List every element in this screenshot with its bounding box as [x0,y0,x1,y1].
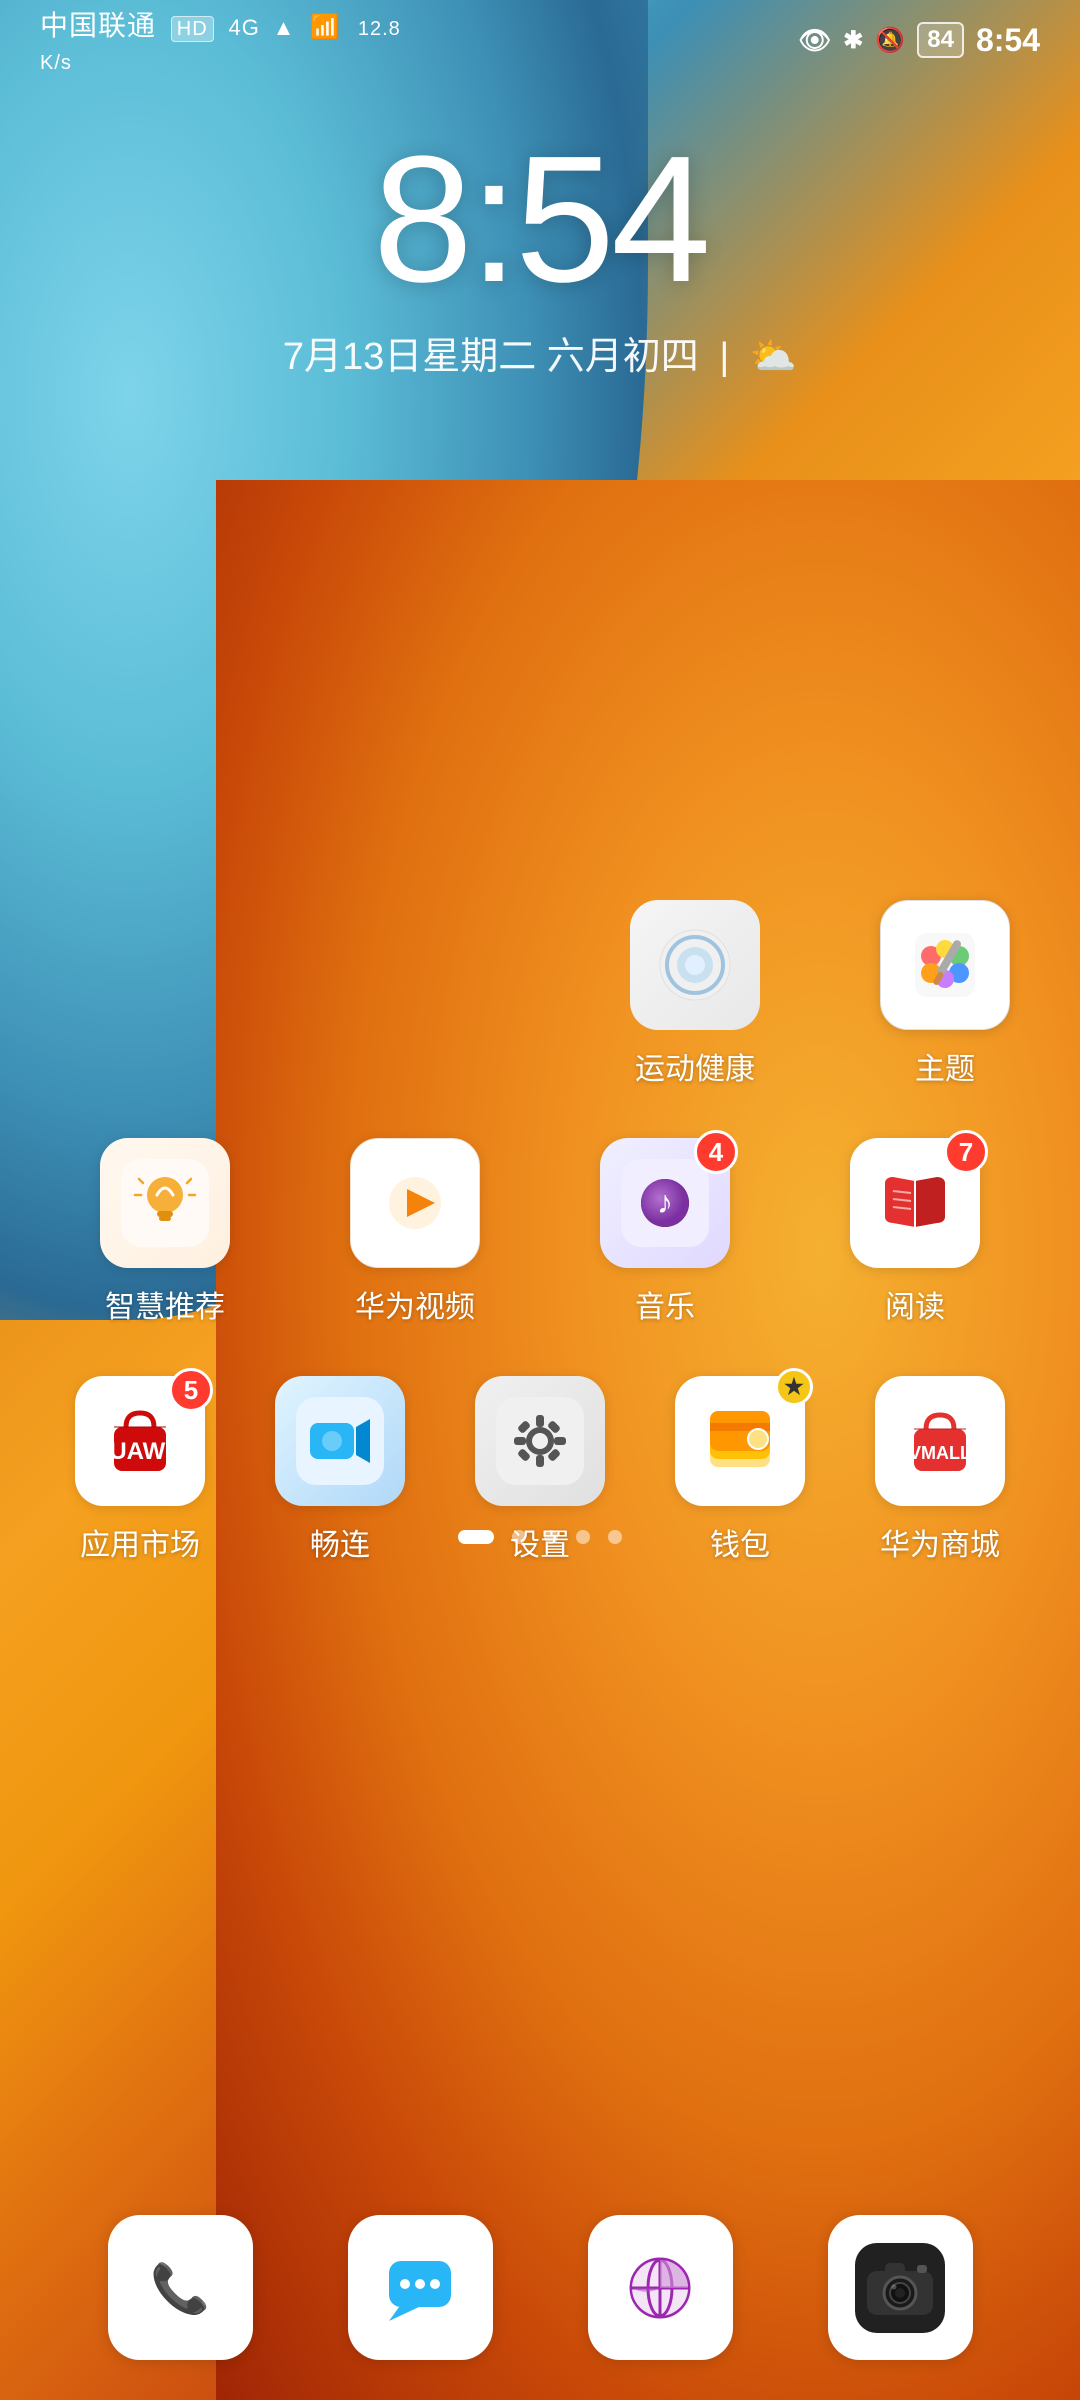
smart-recommend-label: 智慧推荐 [105,1282,225,1326]
huawei-video-icon-wrapper [350,1138,480,1268]
signal-4g: 4G [228,15,259,40]
page-dot-2[interactable] [544,1530,558,1544]
settings-icon [475,1376,605,1506]
smart-recommend-icon-wrapper [100,1138,230,1268]
theme-icon [880,900,1010,1030]
huawei-video-label: 华为视频 [355,1282,475,1326]
dock-browser[interactable] [588,2215,733,2360]
reading-label: 阅读 [885,1282,945,1326]
app-market-icon-wrapper: 5 HUAWEI [75,1376,205,1506]
app-row-2: 智慧推荐 华为视频 4 [40,1138,1040,1326]
signal-bars: ▲ [273,15,296,40]
dock-browser-icon [588,2215,733,2360]
settings-icon-wrapper [475,1376,605,1506]
sport-health-icon [630,900,760,1030]
changco-icon [275,1376,405,1506]
weather-icon: ⛅ [750,336,797,378]
status-bar: 中国联通 HD 4G ▲ 📶 12.8K/s 👁 ✱ 🔕 84 8:54 [0,0,1080,80]
changco-svg [296,1397,384,1485]
clock-area: 8:54 7月13日星期二 六月初四 | ⛅ [0,130,1080,380]
clock-date: 7月13日星期二 六月初四 | ⛅ [0,325,1080,380]
carrier-info: 中国联通 HD 4G ▲ 📶 12.8K/s [40,4,401,76]
wallet-badge: ★ [775,1368,813,1406]
app-smart-recommend[interactable]: 智慧推荐 [80,1138,250,1326]
dock-camera-icon [828,2215,973,2360]
svg-text:📞: 📞 [150,2258,210,2316]
vmall-svg: VMALL [896,1397,984,1485]
svg-text:VMALL: VMALL [909,1443,971,1463]
reading-icon-wrapper: 7 [850,1138,980,1268]
dock-camera[interactable] [828,2215,973,2360]
page-dot-0[interactable] [458,1530,494,1544]
clock-time: 8:54 [0,130,1080,310]
svg-text:HUAWEI: HUAWEI [96,1438,184,1465]
status-right: 👁 ✱ 🔕 84 8:54 [798,22,1040,59]
app-sport-health[interactable]: 运动健康 [610,900,780,1088]
page-dots [0,1530,1080,1544]
wifi-icon: 📶 [310,14,341,41]
bluetooth-icon: ✱ [843,26,863,55]
app-theme[interactable]: 主题 [860,900,1030,1088]
dock-phone[interactable]: 📞 [108,2215,253,2360]
app-grid: 运动健康 [0,900,1080,1614]
reading-svg [871,1159,959,1247]
sport-health-svg [650,920,740,1010]
sound-icon: 🔕 [875,26,905,55]
camera-icon-svg [855,2243,945,2333]
battery-indicator: 84 [917,22,964,58]
sport-health-label: 运动健康 [635,1044,755,1088]
page-dot-1[interactable] [512,1530,526,1544]
wallet-icon-wrapper: ★ [675,1376,805,1506]
changco-icon-wrapper [275,1376,405,1506]
app-music[interactable]: 4 ♪ [580,1138,750,1326]
page-dot-3[interactable] [576,1530,590,1544]
theme-svg [901,921,989,1009]
eye-icon: 👁 [798,25,831,56]
weather-divider: | [719,336,729,378]
dock-message-icon [348,2215,493,2360]
theme-label: 主题 [915,1044,975,1088]
music-label: 音乐 [635,1282,695,1326]
dock-message[interactable] [348,2215,493,2360]
wallet-svg [696,1397,784,1485]
huawei-video-icon [350,1138,480,1268]
clock-statusbar: 8:54 [976,22,1040,59]
smart-recommend-svg [121,1159,209,1247]
phone-icon-svg: 📞 [135,2243,225,2333]
dock: 📞 [0,2215,1080,2360]
page-dot-4[interactable] [608,1530,622,1544]
dock-phone-icon: 📞 [108,2215,253,2360]
carrier-name: 中国联通 [40,10,156,41]
vmall-icon-wrapper: VMALL [875,1376,1005,1506]
app-reading[interactable]: 7 阅读 [830,1138,1000,1326]
hd-badge: HD [171,16,214,42]
theme-icon-wrapper [880,900,1010,1030]
vmall-icon: VMALL [875,1376,1005,1506]
app-market-svg: HUAWEI [96,1397,184,1485]
reading-badge: 7 [944,1130,988,1174]
huawei-video-svg [371,1159,459,1247]
app-row-1: 运动健康 [40,900,1040,1088]
message-icon-svg [375,2243,465,2333]
browser-icon-svg [615,2243,705,2333]
app-market-badge: 5 [169,1368,213,1412]
music-badge: 4 [694,1130,738,1174]
music-icon-wrapper: 4 ♪ [600,1138,730,1268]
sport-health-icon-wrapper [630,900,760,1030]
settings-svg [496,1397,584,1485]
music-svg: ♪ [621,1159,709,1247]
svg-text:♪: ♪ [657,1184,673,1220]
smart-recommend-icon [100,1138,230,1268]
app-huawei-video[interactable]: 华为视频 [330,1138,500,1326]
